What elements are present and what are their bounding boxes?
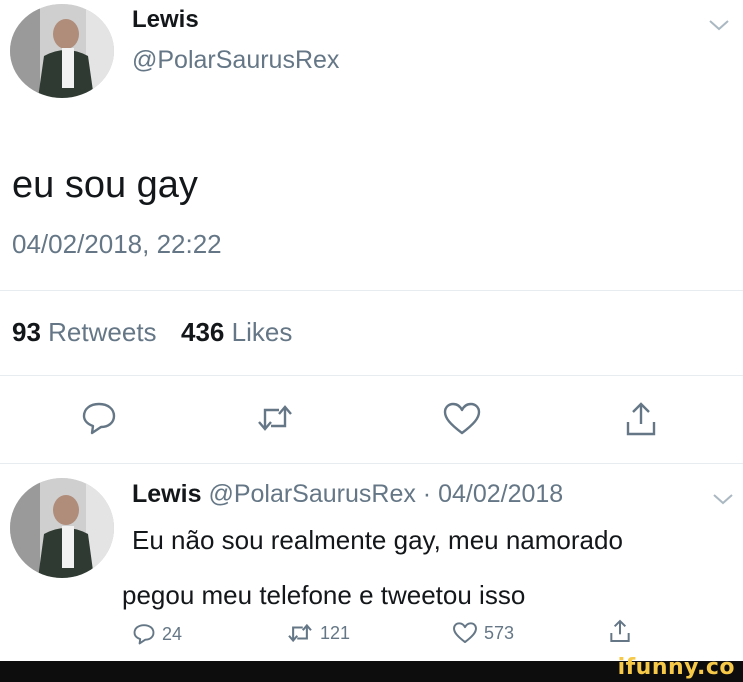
reply-text-line-1: Eu não sou realmente gay, meu namorado <box>132 525 623 555</box>
reply-text-line-2: pegou meu telefone e tweetou isso <box>122 580 526 610</box>
reply-meta[interactable]: @PolarSaurusRex · 04/02/2018 <box>208 480 563 508</box>
reply-button[interactable] <box>80 400 118 436</box>
retweet-icon <box>258 405 292 431</box>
retweet-count: 121 <box>320 622 351 643</box>
tweet-timestamp[interactable]: 04/02/2018, 22:22 <box>12 229 222 260</box>
reply-reply-button[interactable]: 24 <box>132 622 182 646</box>
ifunny-watermark: ifunny.co <box>617 655 735 680</box>
tweet-stats: 93 Retweets 436 Likes <box>12 317 292 348</box>
avatar-photo <box>10 4 114 98</box>
share-icon <box>610 619 630 642</box>
footer-bar: ifunny.co <box>0 655 743 682</box>
tweet-text: eu sou gay <box>12 164 198 206</box>
share-icon <box>626 402 656 436</box>
divider <box>0 290 743 291</box>
reply-icon <box>133 624 155 645</box>
reply-display-name[interactable]: Lewis <box>132 480 201 508</box>
divider <box>0 375 743 376</box>
chevron-down-icon[interactable] <box>712 492 734 511</box>
like-count: 573 <box>484 622 515 643</box>
retweet-icon <box>288 623 312 643</box>
reply-count: 24 <box>162 623 183 644</box>
reply-header: Lewis @PolarSaurusRex · 04/02/2018 <box>132 480 563 509</box>
like-icon <box>453 622 477 644</box>
reply-avatar[interactable] <box>10 478 114 578</box>
share-button[interactable] <box>623 400 659 438</box>
reply-retweet-button[interactable]: 121 <box>286 622 350 644</box>
avatar[interactable] <box>10 4 114 98</box>
likes-label[interactable]: Likes <box>232 317 293 347</box>
user-handle[interactable]: @PolarSaurusRex <box>132 46 339 75</box>
likes-count[interactable]: 436 <box>181 317 224 347</box>
retweet-button[interactable] <box>255 402 295 434</box>
retweets-label[interactable]: Retweets <box>48 317 156 347</box>
chevron-down-icon[interactable] <box>708 18 730 37</box>
like-button[interactable] <box>442 402 482 436</box>
reply-icon <box>82 402 116 435</box>
reply-like-button[interactable]: 573 <box>452 622 514 644</box>
like-icon <box>443 402 481 435</box>
display-name[interactable]: Lewis <box>132 6 199 34</box>
retweets-count[interactable]: 93 <box>12 317 41 347</box>
avatar-photo <box>10 478 114 578</box>
divider <box>0 463 743 464</box>
reply-share-button[interactable] <box>608 618 632 644</box>
